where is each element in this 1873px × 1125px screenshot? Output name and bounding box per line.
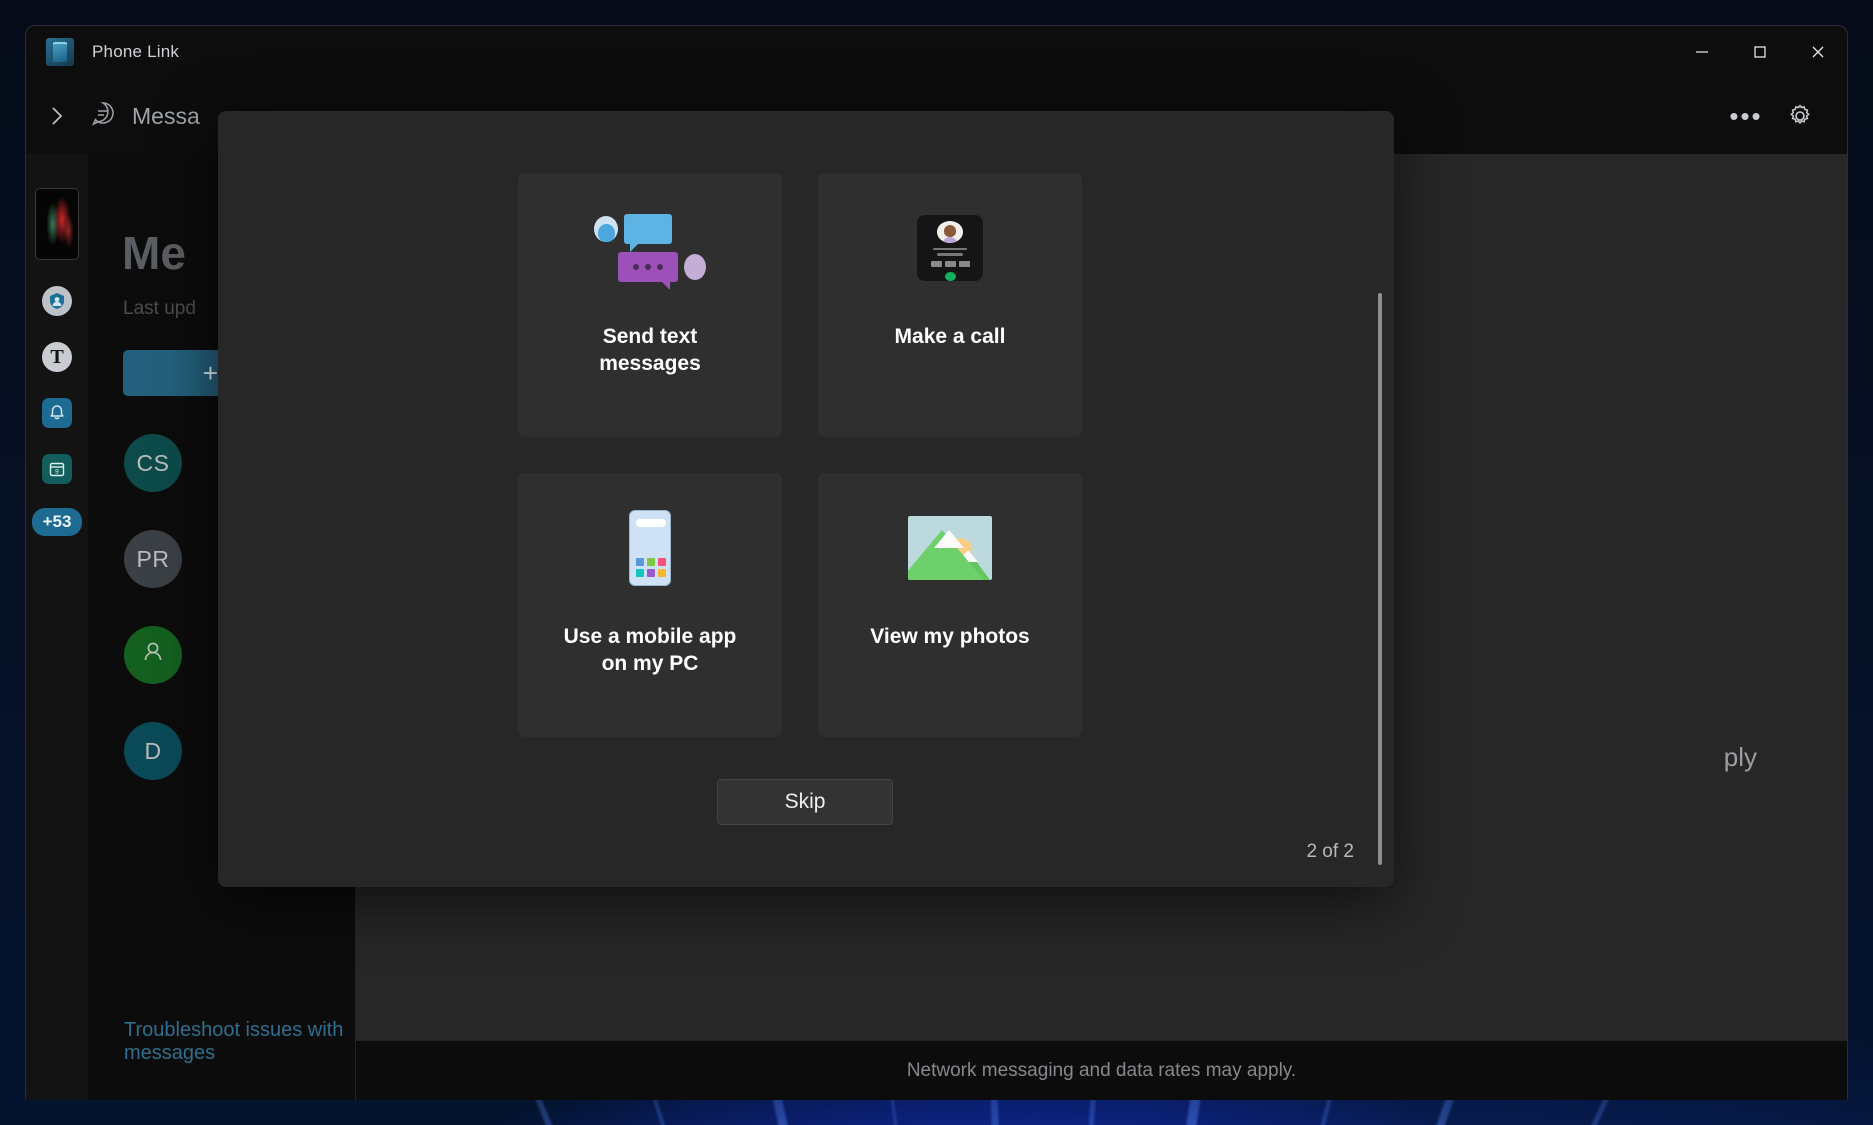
page-indicator: 2 of 2 [1306, 841, 1354, 862]
photo-landscape-icon [908, 473, 992, 623]
app-icon-notifications[interactable] [42, 398, 72, 428]
window-controls [1673, 26, 1847, 78]
gear-icon[interactable] [1777, 93, 1823, 139]
dialog-scrollbar[interactable] [1378, 293, 1382, 865]
phone-contact-card-icon [917, 173, 983, 323]
app-icon-authenticator[interactable] [42, 286, 72, 316]
troubleshoot-link[interactable]: Troubleshoot issues with messages [124, 1019, 355, 1065]
app-icon-calendar[interactable]: 9 [42, 454, 72, 484]
chat-bubbles-icon [594, 173, 706, 323]
toolbar-actions: ••• [1723, 93, 1847, 139]
card-view-my-photos[interactable]: View my photos [818, 473, 1082, 737]
reply-label: ply [1723, 742, 1757, 772]
phone-thumbnail[interactable] [35, 188, 79, 260]
tab-messages[interactable]: Messa [88, 98, 200, 134]
feature-cards: Send text messages Make a call Use a mob… [518, 173, 1082, 737]
card-make-a-call[interactable]: Make a call [818, 173, 1082, 437]
maximize-button[interactable] [1731, 26, 1789, 78]
skip-button[interactable]: Skip [717, 779, 893, 825]
message-bubble-icon [88, 98, 118, 134]
more-devices-badge[interactable]: +53 [31, 508, 83, 536]
close-button[interactable] [1789, 26, 1847, 78]
phone-link-window: Phone Link Messa ••• T 9 +53 Me Last upd… [25, 25, 1848, 1100]
person-icon [138, 637, 168, 673]
phone-link-icon [46, 38, 74, 66]
list-item[interactable]: D [124, 722, 182, 780]
title-bar: Phone Link [26, 26, 1847, 78]
list-item[interactable]: PR [124, 530, 182, 588]
card-send-text-messages[interactable]: Send text messages [518, 173, 782, 437]
avatar: D [144, 737, 162, 764]
list-item[interactable]: CS [124, 434, 182, 492]
window-title: Phone Link [92, 42, 180, 61]
tab-messages-label: Messa [132, 102, 200, 129]
card-label: Make a call [894, 325, 1006, 348]
minimize-button[interactable] [1673, 26, 1731, 78]
card-use-mobile-app[interactable]: Use a mobile app on my PC [518, 473, 782, 737]
card-label: Use a mobile app on my PC [563, 625, 737, 676]
card-label: Send text messages [599, 325, 701, 376]
list-item[interactable] [124, 626, 182, 684]
device-rail: T 9 +53 [26, 154, 88, 1100]
app-icon-nytimes[interactable]: T [42, 342, 72, 372]
conversation-footer: Network messaging and data rates may app… [356, 1040, 1847, 1100]
svg-text:9: 9 [55, 469, 59, 476]
mobile-apps-icon [629, 473, 671, 623]
onboarding-dialog: Send text messages Make a call Use a mob… [218, 111, 1394, 887]
network-rates-note: Network messaging and data rates may app… [906, 1059, 1297, 1081]
avatar: CS [136, 449, 170, 476]
more-options-icon[interactable]: ••• [1723, 93, 1769, 139]
card-label: View my photos [870, 625, 1030, 648]
expand-nav-button[interactable] [26, 103, 88, 129]
avatar: PR [136, 545, 170, 572]
